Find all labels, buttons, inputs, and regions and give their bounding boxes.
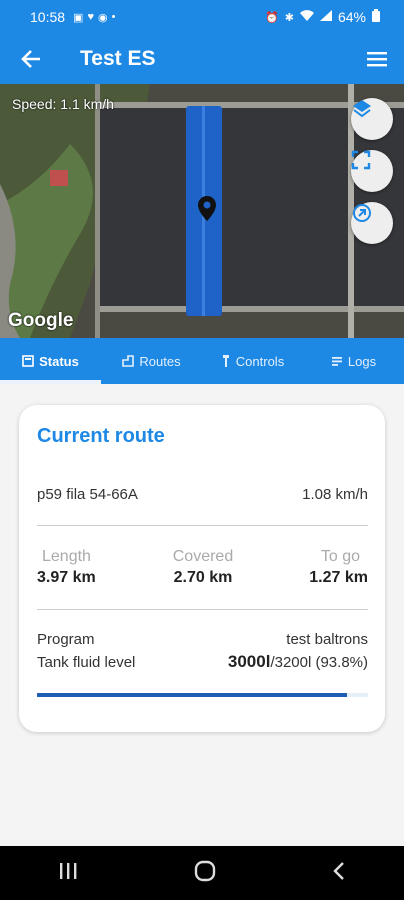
tank-level: 3000l/3200l (93.8%) xyxy=(228,652,368,672)
tank-current: 3000l xyxy=(227,652,271,671)
home-icon xyxy=(194,860,216,881)
wifi-icon xyxy=(299,10,314,24)
stat-to-go-value: 1.27 km xyxy=(309,569,368,586)
stat-covered-value: 2.70 km xyxy=(173,569,233,586)
status-icon xyxy=(22,355,34,367)
program-value: test baltrons xyxy=(286,631,368,648)
recents-icon xyxy=(59,862,77,879)
recents-button[interactable] xyxy=(58,862,78,885)
notification-icons: ▣ ♥ ◉ • xyxy=(73,11,115,24)
speed-overlay: Speed: 1.1 km/h xyxy=(12,96,114,112)
stat-length-value: 3.97 km xyxy=(37,569,96,586)
dot-icon: • xyxy=(111,10,116,23)
tank-label: Tank fluid level xyxy=(37,654,136,671)
tab-controls-label: Controls xyxy=(235,353,285,369)
messenger-icon: ◉ xyxy=(97,11,108,24)
signal-icon xyxy=(319,10,332,24)
tab-logs[interactable]: Logs xyxy=(303,338,404,384)
current-route-card: Current route p59 fila 54-66A 1.08 km/h … xyxy=(19,405,385,732)
routes-icon xyxy=(122,355,135,367)
stat-covered-label: Covered xyxy=(172,548,234,565)
recenter-button[interactable] xyxy=(351,202,393,244)
gallery-icon: ▣ xyxy=(73,11,84,24)
stat-length: Length 3.97 km xyxy=(37,548,96,587)
page-title: Test ES xyxy=(80,47,156,70)
tank-progress-fill xyxy=(37,693,348,697)
back-arrow-icon[interactable] xyxy=(20,48,42,70)
program-row: Program test baltrons xyxy=(37,631,368,648)
layers-button[interactable] xyxy=(351,98,393,140)
satellite-imagery xyxy=(0,84,404,338)
bluetooth-icon: ✱ xyxy=(284,11,294,24)
fullscreen-button[interactable] xyxy=(351,150,393,192)
tank-row: Tank fluid level 3000l/3200l (93.8%) xyxy=(37,652,368,672)
stat-covered: Covered 2.70 km xyxy=(164,548,242,587)
fullscreen-icon xyxy=(351,150,371,170)
map-view[interactable]: Speed: 1.1 km/h Google xyxy=(0,84,404,338)
tab-bar: Status Routes Controls Logs xyxy=(0,338,404,384)
stat-to-go: To go 1.27 km xyxy=(309,548,368,587)
logs-icon xyxy=(331,357,342,366)
tank-capacity: /3200l (93.8%) xyxy=(270,654,368,671)
program-label: Program xyxy=(37,631,95,648)
heart-icon: ♥ xyxy=(87,10,94,23)
battery-icon xyxy=(372,9,380,25)
route-info-row: p59 fila 54-66A 1.08 km/h xyxy=(37,486,368,503)
stat-to-go-label: To go xyxy=(320,548,360,565)
status-bar: 10:58 ▣ ♥ ◉ • ⏰ ✱ 64% xyxy=(0,0,404,34)
home-button[interactable] xyxy=(193,859,217,888)
divider xyxy=(37,609,368,610)
divider xyxy=(37,525,368,526)
layers-icon xyxy=(353,100,371,118)
back-button[interactable] xyxy=(332,861,346,886)
google-logo: Google xyxy=(8,310,74,331)
tab-status[interactable]: Status xyxy=(0,338,101,384)
menu-icon[interactable] xyxy=(366,48,388,70)
status-time: 10:58 xyxy=(30,9,66,25)
tab-routes-label: Routes xyxy=(139,353,181,369)
route-name: p59 fila 54-66A xyxy=(37,486,138,503)
system-nav-bar xyxy=(0,846,404,900)
card-heading: Current route xyxy=(37,425,165,447)
tab-logs-label: Logs xyxy=(347,353,377,369)
stat-length-label: Length xyxy=(42,548,91,565)
battery-percent: 64% xyxy=(337,9,366,25)
route-speed: 1.08 km/h xyxy=(302,486,368,503)
tab-controls[interactable]: Controls xyxy=(202,338,303,384)
controls-icon xyxy=(222,355,229,367)
recenter-icon xyxy=(353,204,371,222)
app-bar: Test ES xyxy=(0,34,404,84)
tab-routes[interactable]: Routes xyxy=(101,338,202,384)
back-chevron-icon xyxy=(333,861,345,880)
alarm-icon: ⏰ xyxy=(265,11,279,24)
tank-progress-bar xyxy=(37,693,368,697)
tab-status-label: Status xyxy=(39,353,79,369)
